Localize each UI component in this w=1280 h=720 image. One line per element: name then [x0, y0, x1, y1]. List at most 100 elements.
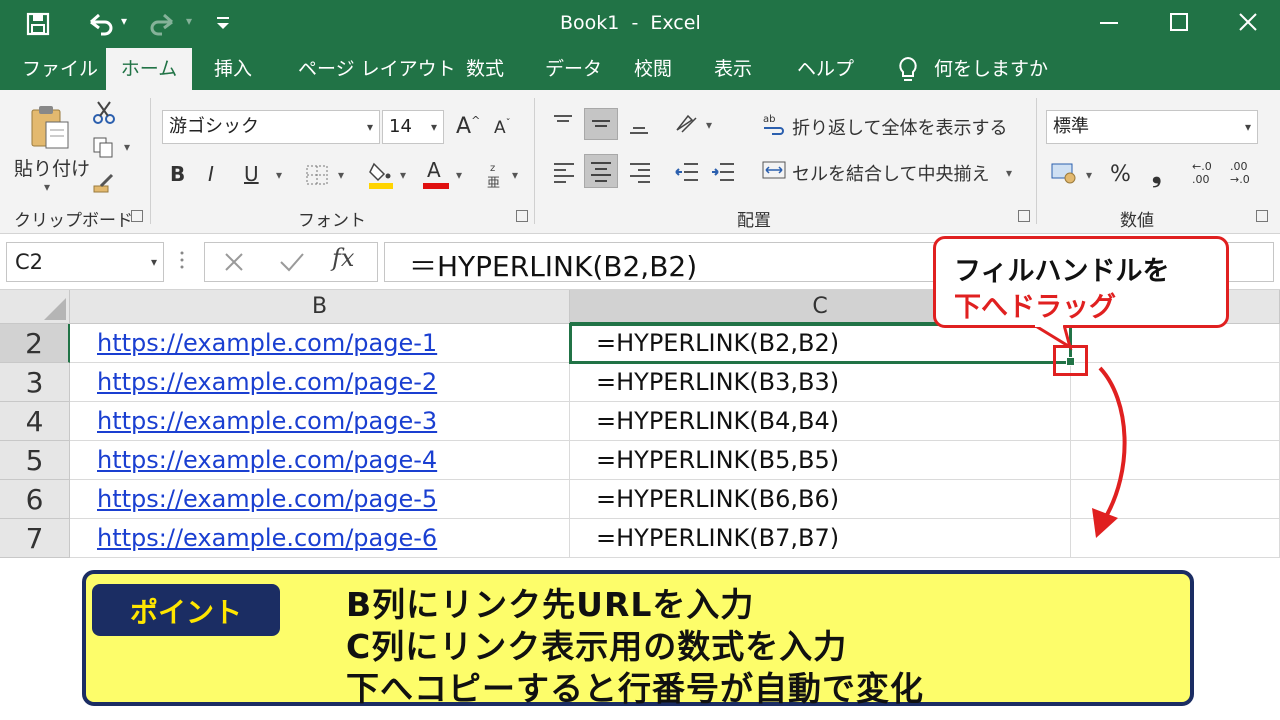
alignment-launcher-icon[interactable] — [1018, 210, 1030, 222]
wrap-text-button[interactable]: 折り返して全体を表示する — [792, 114, 1007, 140]
bold-button[interactable]: B — [170, 162, 185, 186]
font-name-select[interactable]: 游ゴシック ▾ — [162, 110, 380, 144]
merge-center-icon[interactable] — [762, 158, 786, 182]
wrap-text-icon[interactable]: ab — [762, 112, 786, 136]
number-format-select[interactable]: 標準 ▾ — [1046, 110, 1258, 144]
clipboard-launcher-icon[interactable] — [131, 210, 143, 222]
font-color-dropdown-icon[interactable]: ▾ — [456, 168, 462, 182]
point-note-box: ポイント B列にリンク先URLを入力 C列にリンク表示用の数式を入力 下へコピー… — [82, 570, 1194, 708]
phonetic-dropdown-icon[interactable]: ▾ — [512, 168, 518, 182]
row-header-7[interactable]: 7 — [0, 519, 70, 558]
table-cell-link[interactable]: https://example.com/page-1 — [70, 324, 570, 363]
table-cell-link[interactable]: https://example.com/page-5 — [70, 480, 570, 519]
enter-icon[interactable] — [278, 250, 306, 274]
number-launcher-icon[interactable] — [1256, 210, 1268, 222]
paste-dropdown-icon[interactable]: ▾ — [44, 180, 50, 194]
minimize-button[interactable] — [1100, 22, 1118, 24]
name-box[interactable]: C2 ▾ — [6, 242, 164, 282]
tab-insert[interactable]: 挿入 — [214, 48, 252, 90]
maximize-button[interactable] — [1170, 13, 1188, 31]
copy-dropdown-icon[interactable]: ▾ — [124, 140, 130, 154]
close-button[interactable] — [1236, 10, 1260, 34]
increase-indent-icon[interactable] — [710, 160, 736, 184]
undo-icon[interactable] — [85, 10, 115, 38]
decrease-indent-icon[interactable] — [674, 160, 700, 184]
tab-page-layout[interactable]: ページ レイアウト — [298, 48, 456, 90]
font-launcher-icon[interactable] — [516, 210, 528, 222]
tab-data[interactable]: データ — [545, 48, 602, 90]
customize-toolbar-icon[interactable] — [214, 14, 232, 34]
decrease-decimal-button[interactable]: .00 →.0 — [1230, 160, 1260, 190]
tab-help[interactable]: ヘルプ — [797, 48, 854, 90]
row-header-2[interactable]: 2 — [0, 324, 70, 363]
table-cell-link[interactable]: https://example.com/page-6 — [70, 519, 570, 558]
table-cell-link[interactable]: https://example.com/page-2 — [70, 363, 570, 402]
undo-dropdown-icon[interactable]: ▾ — [121, 14, 127, 28]
tab-formulas[interactable]: 数式 — [466, 48, 504, 90]
orientation-dropdown-icon[interactable]: ▾ — [706, 118, 712, 132]
paste-icon[interactable] — [28, 104, 72, 150]
cancel-icon[interactable] — [222, 250, 246, 274]
fill-color-dropdown-icon[interactable]: ▾ — [400, 168, 406, 182]
increase-decimal-button[interactable]: ←.0 .00 — [1192, 160, 1220, 190]
align-bottom-icon[interactable] — [628, 112, 650, 136]
font-size-value: 14 — [389, 116, 412, 137]
underline-dropdown-icon[interactable]: ▾ — [276, 168, 282, 182]
tell-me-search[interactable]: 何をしますか — [934, 48, 1048, 90]
lightbulb-icon[interactable] — [897, 56, 919, 84]
shrink-font-button[interactable]: Aˇ — [494, 118, 511, 138]
tab-home[interactable]: ホーム — [106, 48, 192, 90]
table-cell-formula[interactable]: =HYPERLINK(B7,B7) — [570, 519, 1071, 558]
table-cell-formula[interactable]: =HYPERLINK(B3,B3) — [570, 363, 1071, 402]
align-center-icon[interactable] — [584, 154, 618, 188]
table-cell-link[interactable]: https://example.com/page-3 — [70, 402, 570, 441]
orientation-icon[interactable] — [674, 110, 700, 136]
note-line-1: B列にリンク先URLを入力 — [346, 585, 755, 624]
row-header-4[interactable]: 4 — [0, 402, 70, 441]
comma-style-button[interactable]: ❟ — [1152, 160, 1161, 188]
font-color-icon[interactable]: A — [423, 158, 449, 190]
merge-center-dropdown-icon[interactable]: ▾ — [1006, 166, 1012, 180]
tab-view[interactable]: 表示 — [714, 48, 752, 90]
select-all-button[interactable] — [0, 290, 70, 324]
number-group-label: 数値 — [1120, 211, 1154, 231]
row-header-6[interactable]: 6 — [0, 480, 70, 519]
tab-review[interactable]: 校閲 — [634, 48, 672, 90]
align-top-icon[interactable] — [552, 112, 574, 136]
table-cell-formula[interactable]: =HYPERLINK(B4,B4) — [570, 402, 1071, 441]
table-cell-formula[interactable]: =HYPERLINK(B5,B5) — [570, 441, 1071, 480]
row-header-5[interactable]: 5 — [0, 441, 70, 480]
align-left-icon[interactable] — [552, 160, 576, 184]
number-format-value: 標準 — [1053, 116, 1089, 137]
drag-down-arrow-icon — [1092, 366, 1127, 538]
font-size-select[interactable]: 14 ▾ — [382, 110, 444, 144]
accounting-format-icon[interactable] — [1050, 160, 1078, 186]
align-middle-icon[interactable] — [584, 108, 618, 140]
align-right-icon[interactable] — [628, 160, 652, 184]
more-options-icon — [180, 248, 184, 272]
table-cell-formula[interactable]: =HYPERLINK(B6,B6) — [570, 480, 1071, 519]
insert-function-icon[interactable]: fx — [332, 244, 354, 272]
copy-icon[interactable] — [92, 136, 114, 158]
percent-style-button[interactable]: % — [1110, 162, 1131, 187]
table-cell-link[interactable]: https://example.com/page-4 — [70, 441, 570, 480]
fill-color-icon[interactable] — [368, 160, 394, 190]
table-cell-empty[interactable] — [1071, 324, 1280, 363]
row-header-3[interactable]: 3 — [0, 363, 70, 402]
merge-center-button[interactable]: セルを結合して中央揃え — [792, 160, 989, 186]
column-header-b[interactable]: B — [70, 290, 570, 324]
accounting-dropdown-icon[interactable]: ▾ — [1086, 168, 1092, 182]
borders-icon[interactable] — [305, 164, 329, 186]
cut-icon[interactable] — [92, 100, 116, 126]
phonetic-icon[interactable]: z亜 — [486, 160, 506, 191]
fill-handle[interactable] — [1066, 357, 1075, 366]
format-painter-icon[interactable] — [92, 172, 116, 194]
callout-line-1: フィルハンドルを — [954, 256, 1170, 287]
grow-font-button[interactable]: A^ — [456, 114, 480, 139]
save-icon[interactable] — [26, 12, 50, 36]
tab-file[interactable]: ファイル — [22, 48, 98, 90]
italic-button[interactable]: I — [208, 162, 214, 186]
paste-button-label[interactable]: 貼り付け — [14, 154, 90, 181]
underline-button[interactable]: U — [244, 162, 259, 186]
borders-dropdown-icon[interactable]: ▾ — [338, 168, 344, 182]
